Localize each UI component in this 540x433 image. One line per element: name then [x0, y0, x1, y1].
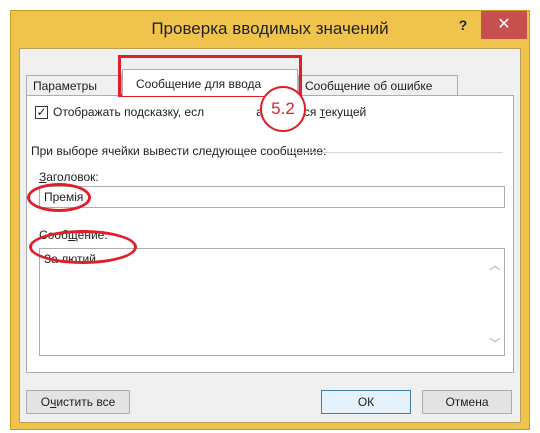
- show-tip-label[interactable]: Отображать подсказку, есла является теку…: [53, 105, 366, 119]
- message-textarea[interactable]: За лютий ︿ ﹀: [39, 248, 505, 356]
- title-bar[interactable]: Проверка вводимых значений ? ✕: [11, 11, 529, 48]
- checkmark-icon: ✓: [36, 105, 47, 119]
- tab-parameters[interactable]: Параметры: [26, 75, 122, 95]
- cancel-button[interactable]: Отмена: [422, 390, 512, 414]
- help-button[interactable]: ?: [451, 13, 475, 39]
- close-icon: ✕: [497, 16, 511, 33]
- title-label: Заголовок:: [39, 170, 99, 184]
- title-label-text: аголовок:: [46, 170, 99, 184]
- close-button[interactable]: ✕: [481, 11, 527, 39]
- annotation-badge: 5.2: [260, 86, 306, 132]
- show-tip-label-part3: екущей: [325, 105, 367, 119]
- show-tip-label-part1: Отображать подсказку, есл: [53, 105, 205, 119]
- title-input[interactable]: Премія: [39, 186, 505, 208]
- scroll-down-icon[interactable]: ﹀: [488, 335, 502, 350]
- group-label: При выборе ячейки вывести следующее сооб…: [31, 144, 327, 158]
- dialog-window: Проверка вводимых значений ? ✕ Параметры…: [10, 10, 530, 430]
- clear-all-part2: истить все: [56, 395, 116, 409]
- clear-all-part1: О: [40, 395, 51, 409]
- ok-button[interactable]: ОК: [321, 390, 411, 414]
- tab-error-message[interactable]: Сообщение об ошибке: [298, 75, 458, 95]
- annotation-title-circle: [27, 183, 91, 212]
- annotation-message-circle: [29, 230, 137, 264]
- clear-all-button[interactable]: Очистить все: [26, 390, 130, 414]
- scroll-up-icon[interactable]: ︿: [488, 257, 502, 272]
- show-tip-checkbox[interactable]: ✓: [35, 106, 48, 119]
- group-divider: [289, 152, 503, 153]
